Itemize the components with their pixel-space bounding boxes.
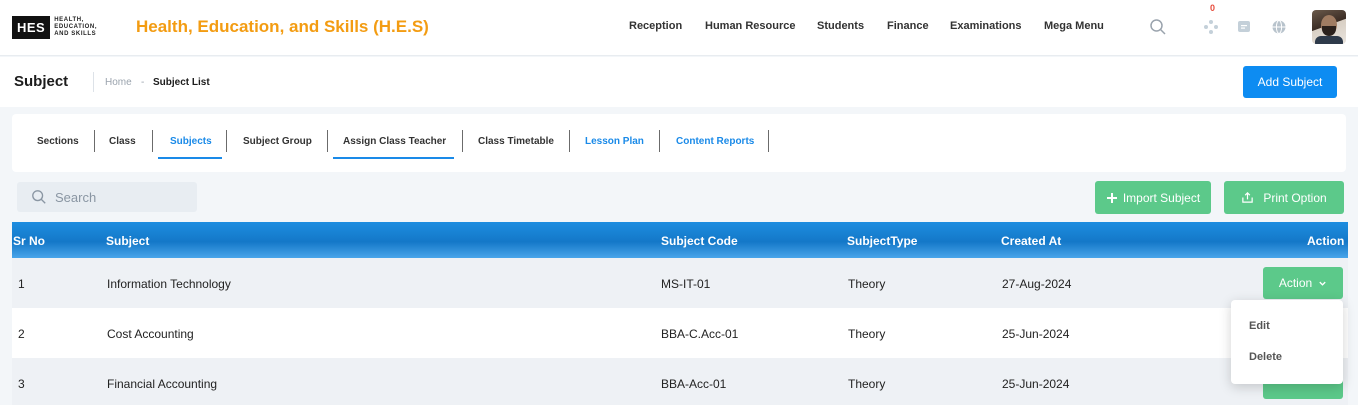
col-subject[interactable]: Subject (106, 234, 149, 248)
tab-divider (94, 130, 95, 152)
logo-mark: HES (12, 15, 51, 39)
tab-assign-underline (333, 157, 454, 159)
breadcrumb-home[interactable]: Home (105, 77, 132, 88)
tab-divider (327, 130, 328, 152)
tab-class[interactable]: Class (109, 136, 136, 147)
print-option-label: Print Option (1263, 190, 1327, 205)
import-subject-label: Import Subject (1122, 190, 1201, 205)
tab-divider (659, 130, 660, 152)
breadcrumb-current: Subject List (153, 77, 210, 88)
tab-content-reports[interactable]: Content Reports (676, 136, 754, 147)
cell-subject-code: BBA-C.Acc-01 (661, 327, 739, 341)
cell-created-at: 25-Jun-2024 (1002, 327, 1070, 341)
tab-assign-class-teacher[interactable]: Assign Class Teacher (343, 136, 446, 147)
menu-item-edit[interactable]: Edit (1249, 320, 1270, 332)
cell-subject-code: MS-IT-01 (661, 277, 711, 291)
tab-divider (462, 130, 463, 152)
print-option-button[interactable]: Print Option (1224, 181, 1344, 214)
tab-divider (768, 130, 769, 152)
page-title: Subject (14, 73, 69, 90)
add-subject-button[interactable]: Add Subject (1243, 66, 1337, 98)
cell-subject-type: Theory (848, 377, 886, 391)
search-placeholder: Search (55, 189, 97, 205)
nav-finance[interactable]: Finance (887, 20, 929, 32)
cell-subject: Financial Accounting (107, 377, 218, 391)
nav-mega-menu[interactable]: Mega Menu (1044, 20, 1104, 32)
import-subject-button[interactable]: Import Subject (1095, 181, 1211, 214)
tab-subjects[interactable]: Subjects (170, 136, 212, 147)
menu-item-delete[interactable]: Delete (1249, 351, 1282, 363)
col-subject-type[interactable]: SubjectType (847, 234, 917, 248)
table-row: 2 Cost Accounting BBA-C.Acc-01 Theory 25… (12, 308, 1348, 358)
nav-examinations[interactable]: Examinations (950, 20, 1022, 32)
nav-human-resource[interactable]: Human Resource (705, 20, 795, 32)
cell-sr-no: 2 (18, 327, 25, 341)
nav-reception[interactable]: Reception (629, 20, 682, 32)
table-row: 1 Information Technology MS-IT-01 Theory… (12, 258, 1348, 308)
brand-logo[interactable]: HES HEALTH, EDUCATION, AND SKILLS (12, 14, 98, 40)
cell-subject: Information Technology (107, 277, 231, 291)
breadcrumb-divider (93, 72, 94, 92)
user-avatar[interactable] (1312, 10, 1346, 44)
logo-text: HEALTH, EDUCATION, AND SKILLS (54, 16, 98, 37)
cell-subject-code: BBA-Acc-01 (661, 377, 727, 391)
nav-students[interactable]: Students (817, 20, 864, 32)
search-icon[interactable] (1147, 16, 1169, 38)
breadcrumb-separator: - (141, 77, 145, 88)
tab-divider (226, 130, 227, 152)
col-subject-code[interactable]: Subject Code (661, 234, 738, 248)
table-header: Sr No Subject Subject Code SubjectType C… (12, 222, 1348, 258)
plus-icon (1106, 192, 1117, 203)
col-action: Action (1307, 234, 1345, 248)
apps-icon[interactable] (1200, 16, 1222, 38)
module-tabs: Sections Class Subjects Subject Group As… (12, 114, 1346, 172)
tab-divider (152, 130, 153, 152)
tab-subjects-underline (158, 157, 222, 159)
tab-divider (569, 130, 570, 152)
apps-badge: 0 (1210, 3, 1216, 13)
action-label: Action (1278, 276, 1313, 290)
cell-subject: Cost Accounting (107, 327, 194, 341)
chat-icon[interactable] (1233, 16, 1255, 38)
action-button[interactable]: Action (1263, 267, 1343, 299)
tab-lesson-plan[interactable]: Lesson Plan (585, 136, 644, 147)
cell-sr-no: 1 (18, 277, 25, 291)
cell-created-at: 25-Jun-2024 (1002, 377, 1070, 391)
col-sr-no[interactable]: Sr No (13, 234, 45, 248)
tab-subject-group[interactable]: Subject Group (243, 136, 312, 147)
col-created-at[interactable]: Created At (1001, 234, 1061, 248)
tab-sections[interactable]: Sections (37, 136, 79, 147)
table-row: 3 Financial Accounting BBA-Acc-01 Theory… (12, 358, 1348, 405)
action-dropdown-menu: Edit Delete (1231, 300, 1343, 384)
cell-sr-no: 3 (18, 377, 25, 391)
search-icon (32, 190, 46, 204)
share-icon (1242, 192, 1254, 203)
cell-subject-type: Theory (848, 327, 886, 341)
cell-subject-type: Theory (848, 277, 886, 291)
globe-icon[interactable] (1268, 16, 1290, 38)
page-header: Subject Home - Subject List Add Subject (0, 57, 1358, 107)
tab-class-timetable[interactable]: Class Timetable (478, 136, 554, 147)
cell-created-at: 27-Aug-2024 (1002, 277, 1072, 291)
chevron-down-icon (1319, 281, 1326, 286)
top-navbar: HES HEALTH, EDUCATION, AND SKILLS Health… (0, 0, 1358, 56)
app-title: Health, Education, and Skills (H.E.S) (136, 17, 429, 36)
search-input[interactable]: Search (17, 182, 197, 212)
